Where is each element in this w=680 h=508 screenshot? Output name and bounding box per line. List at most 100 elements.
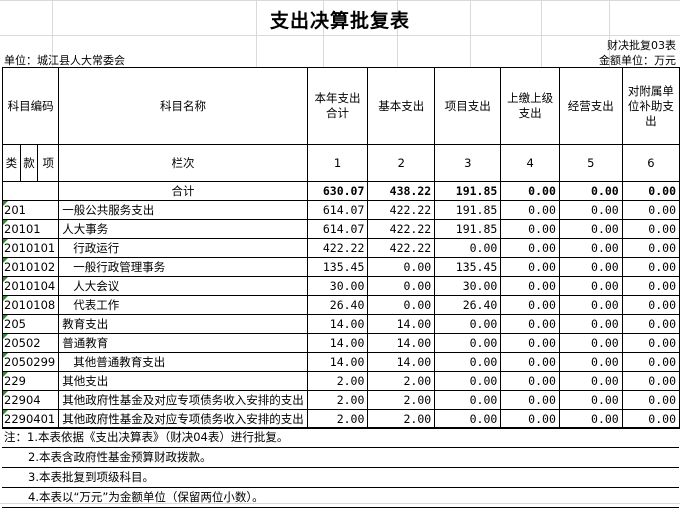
row-value: 0.00 bbox=[500, 371, 560, 391]
table-row: 22904 其他政府性基金及对应专项债务收入安排的支出 2.00 2.00 0.00 0.… bbox=[1, 390, 680, 410]
row-value: 0.00 bbox=[500, 314, 560, 334]
row-value: 0.00 bbox=[558, 333, 623, 353]
row-value: 0.00 bbox=[558, 219, 623, 239]
index-number: 3 bbox=[434, 144, 502, 182]
row-code: 2290401 bbox=[1, 409, 60, 429]
row-value: 0.00 bbox=[621, 200, 680, 220]
row-code: 20502 bbox=[1, 333, 60, 353]
cell-marker-icon bbox=[3, 315, 8, 320]
cell-marker-icon bbox=[3, 239, 8, 244]
row-code: 205 bbox=[1, 314, 60, 334]
row-value: 0.00 bbox=[558, 390, 623, 410]
row-value: 0.00 bbox=[434, 409, 502, 429]
index-number: 6 bbox=[621, 144, 680, 182]
note-line: 4.本表以“万元”为金额单位（保留两位小数）。 bbox=[2, 488, 679, 508]
total-value: 191.85 bbox=[434, 181, 502, 201]
row-code: 201 bbox=[1, 200, 60, 220]
cell-marker-icon bbox=[3, 334, 8, 339]
row-value: 0.00 bbox=[621, 352, 680, 372]
header-project: 项目支出 bbox=[434, 67, 502, 145]
header-business: 经营支出 bbox=[558, 67, 623, 145]
row-name: 其他普通教育支出 bbox=[58, 352, 308, 372]
row-value: 0.00 bbox=[434, 352, 502, 372]
cell-marker-icon bbox=[3, 277, 8, 282]
row-value: 191.85 bbox=[434, 219, 502, 239]
header-name: 科目名称 bbox=[58, 67, 308, 145]
table-row: 20502 普通教育 14.00 14.00 0.00 0.00 0.00 0.00 bbox=[1, 333, 680, 353]
row-value: 0.00 bbox=[621, 276, 680, 296]
row-code: 22904 bbox=[1, 390, 60, 410]
row-value: 0.00 bbox=[367, 295, 436, 315]
index-number: 2 bbox=[367, 144, 436, 182]
row-name: 行政运行 bbox=[58, 238, 308, 258]
expenditure-table: 科目编码 科目名称 本年支出合计 基本支出 项目支出 上缴上级支出 经营支出 对… bbox=[1, 67, 680, 429]
header-total: 本年支出合计 bbox=[306, 67, 369, 145]
row-name: 代表工作 bbox=[58, 295, 308, 315]
report-code: 财决批复03表 bbox=[607, 39, 676, 52]
total-value: 0.00 bbox=[558, 181, 623, 201]
header-xiang: 项 bbox=[37, 144, 60, 182]
header-upper: 上缴上级支出 bbox=[500, 67, 560, 145]
row-value: 0.00 bbox=[500, 390, 560, 410]
row-value: 0.00 bbox=[621, 257, 680, 277]
unit-label: 单位：城江县人大常委会 bbox=[4, 54, 125, 67]
row-value: 0.00 bbox=[621, 314, 680, 334]
row-value: 0.00 bbox=[500, 257, 560, 277]
header-kuan: 款 bbox=[19, 144, 39, 182]
row-value: 26.40 bbox=[306, 295, 369, 315]
row-value: 0.00 bbox=[621, 409, 680, 429]
table-row: 229 其他支出 2.00 2.00 0.00 0.00 0.00 0.00 bbox=[1, 371, 680, 391]
index-number: 1 bbox=[306, 144, 369, 182]
table-row: 2010104 人大会议 30.00 0.00 30.00 0.00 0.00 0.00 bbox=[1, 276, 680, 296]
cell-marker-icon bbox=[3, 372, 8, 377]
row-value: 0.00 bbox=[558, 238, 623, 258]
row-value: 2.00 bbox=[306, 390, 369, 410]
header-basic: 基本支出 bbox=[367, 67, 436, 145]
total-code-cell bbox=[1, 181, 60, 201]
row-value: 0.00 bbox=[434, 371, 502, 391]
note-line: 2.本表含政府性基金预算财政拨款。 bbox=[2, 448, 679, 468]
sheet-gridline bbox=[0, 0, 680, 1]
row-value: 0.00 bbox=[558, 257, 623, 277]
row-value: 0.00 bbox=[558, 371, 623, 391]
cell-marker-icon bbox=[3, 258, 8, 263]
row-value: 0.00 bbox=[500, 333, 560, 353]
index-number: 4 bbox=[500, 144, 560, 182]
row-value: 0.00 bbox=[558, 200, 623, 220]
row-value: 0.00 bbox=[434, 238, 502, 258]
table-row: 2010102 一般行政管理事务 135.45 0.00 135.45 0.00 0.00 0… bbox=[1, 257, 680, 277]
table-row: 20101 人大事务 614.07 422.22 191.85 0.00 0.00 0.00 bbox=[1, 219, 680, 239]
cell-marker-icon bbox=[3, 410, 8, 415]
row-value: 422.22 bbox=[306, 238, 369, 258]
row-value: 0.00 bbox=[621, 219, 680, 239]
row-value: 30.00 bbox=[306, 276, 369, 296]
row-name: 人大会议 bbox=[58, 276, 308, 296]
amount-unit: 金额单位：万元 bbox=[599, 54, 676, 67]
cell-marker-icon bbox=[3, 296, 8, 301]
total-row: 合计 630.07 438.22 191.85 0.00 0.00 0.00 bbox=[1, 181, 680, 201]
row-value: 0.00 bbox=[621, 390, 680, 410]
header-lei: 类 bbox=[2, 144, 21, 182]
total-value: 0.00 bbox=[621, 181, 680, 201]
index-label: 栏次 bbox=[58, 144, 308, 182]
row-value: 0.00 bbox=[500, 200, 560, 220]
row-value: 2.00 bbox=[367, 371, 436, 391]
page-title: 支出决算批复表 bbox=[269, 10, 410, 32]
cell-marker-icon bbox=[3, 353, 8, 358]
row-value: 0.00 bbox=[500, 238, 560, 258]
row-value: 0.00 bbox=[367, 257, 436, 277]
row-value: 0.00 bbox=[500, 409, 560, 429]
cell-marker-icon bbox=[3, 201, 8, 206]
row-value: 614.07 bbox=[306, 219, 369, 239]
row-value: 0.00 bbox=[434, 390, 502, 410]
row-value: 0.00 bbox=[558, 352, 623, 372]
row-code: 2010102 bbox=[1, 257, 60, 277]
row-value: 0.00 bbox=[500, 352, 560, 372]
row-name: 其他政府性基金及对应专项债务收入安排的支出 bbox=[58, 390, 308, 410]
row-value: 422.22 bbox=[367, 219, 436, 239]
table-row: 205 教育支出 14.00 14.00 0.00 0.00 0.00 0.00 bbox=[1, 314, 680, 334]
row-value: 14.00 bbox=[367, 352, 436, 372]
row-name: 普通教育 bbox=[58, 333, 308, 353]
row-value: 422.22 bbox=[367, 200, 436, 220]
total-label: 合计 bbox=[58, 181, 308, 201]
